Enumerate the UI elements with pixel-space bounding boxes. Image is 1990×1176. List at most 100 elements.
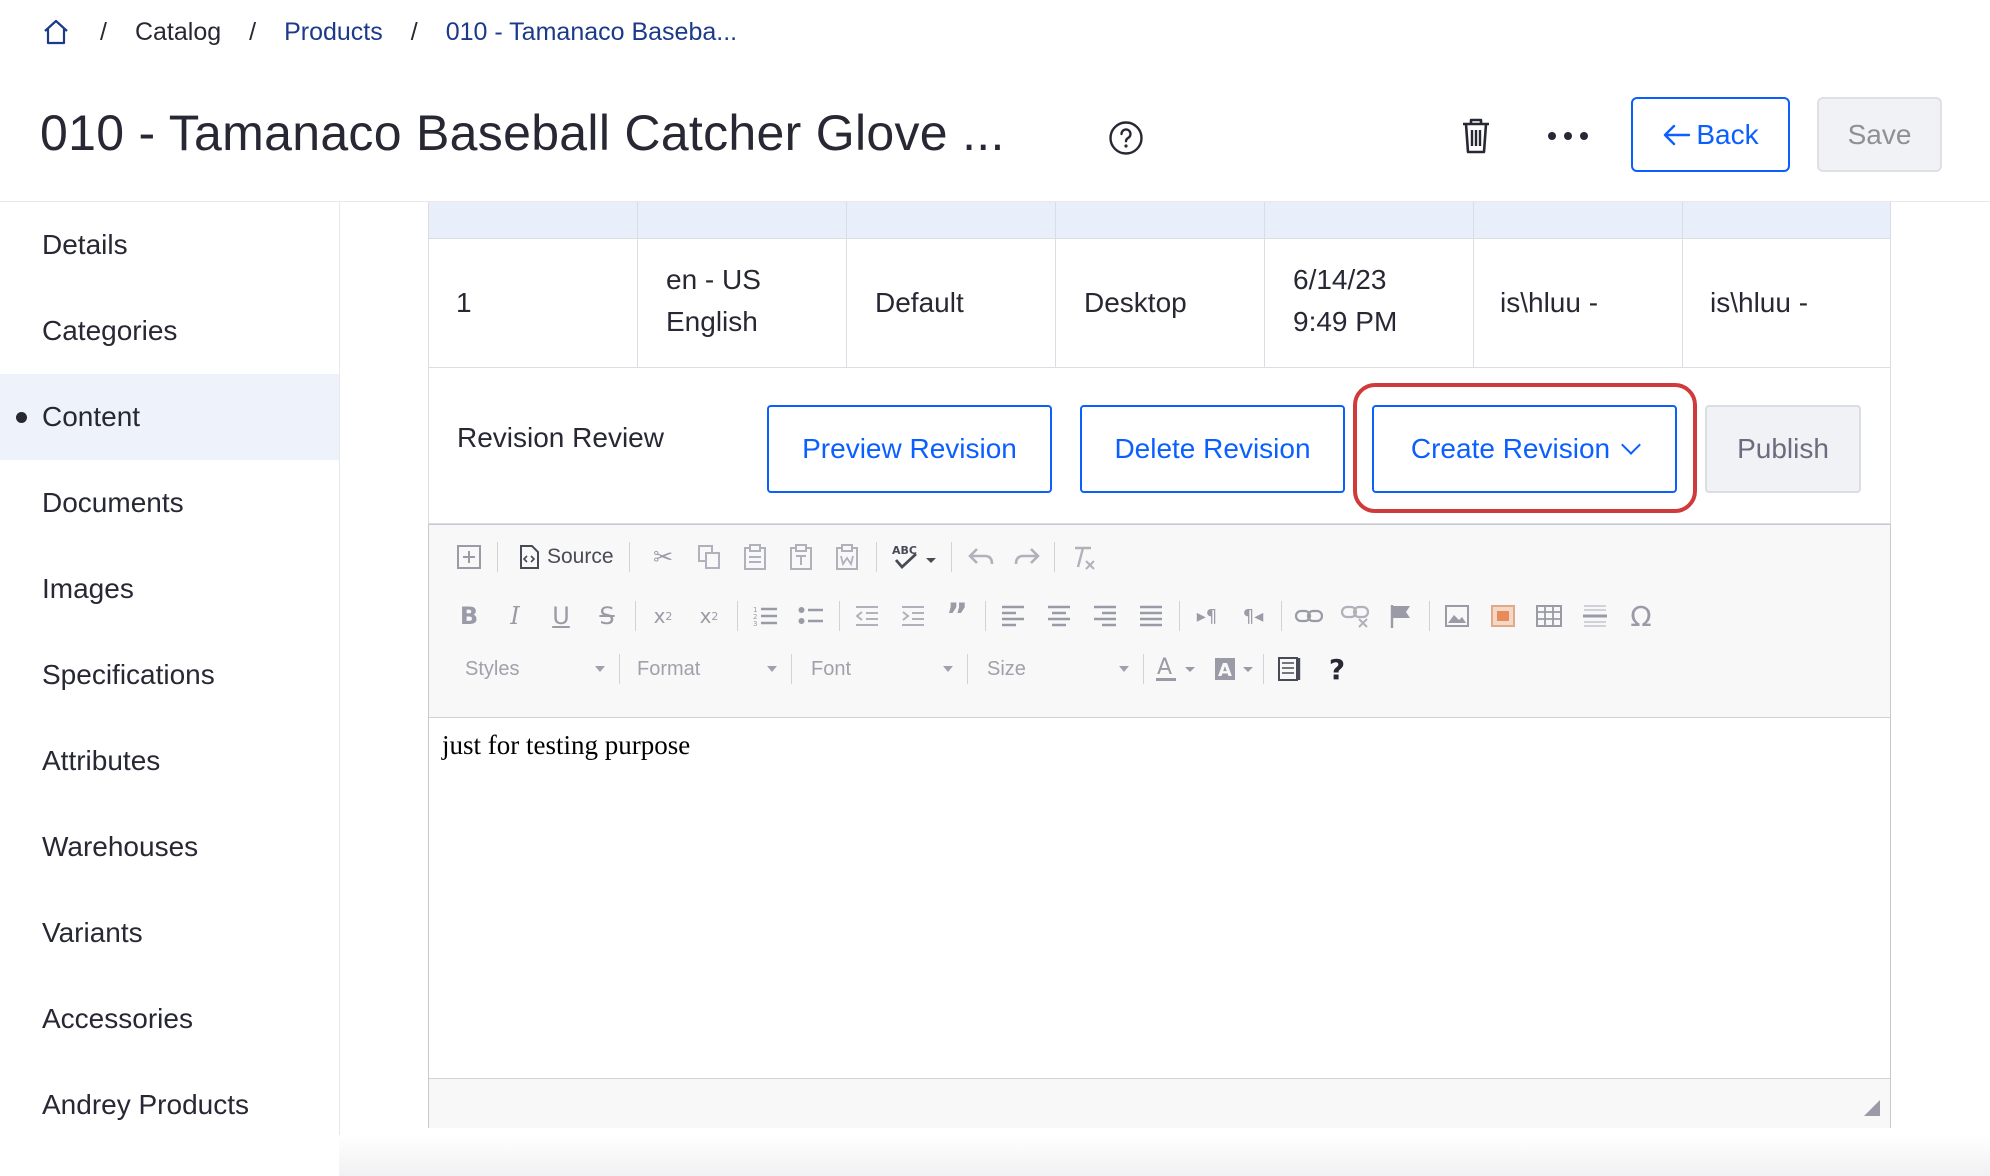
spellcheck-icon[interactable]: ABC <box>889 541 941 573</box>
justify-icon[interactable] <box>1135 600 1167 632</box>
resize-handle-icon[interactable] <box>1864 1100 1880 1116</box>
table-icon[interactable] <box>1533 600 1565 632</box>
svg-text:A: A <box>1157 655 1172 680</box>
help-icon[interactable] <box>1108 120 1144 156</box>
breadcrumb-catalog[interactable]: Catalog <box>135 18 221 47</box>
italic-icon[interactable]: I <box>499 600 531 632</box>
numbered-list-icon[interactable]: 123 <box>749 600 781 632</box>
sidebar-item-images[interactable]: Images <box>0 546 339 632</box>
sidebar-item-categories[interactable]: Categories <box>0 288 339 374</box>
add-icon[interactable] <box>453 541 485 573</box>
dropdown-arrow-icon <box>1119 666 1129 672</box>
special-character-icon[interactable]: Ω <box>1625 600 1657 633</box>
breadcrumb-current-product[interactable]: 010 - Tamanaco Baseba... <box>446 18 737 47</box>
font-dropdown[interactable]: Font <box>811 653 953 685</box>
background-color-icon[interactable]: A <box>1213 653 1257 685</box>
sidebar-item-warehouses[interactable]: Warehouses <box>0 804 339 890</box>
increase-indent-icon[interactable] <box>897 600 929 632</box>
more-options-icon[interactable] <box>1548 122 1588 150</box>
sidebar-item-variants[interactable]: Variants <box>0 890 339 976</box>
underline-icon[interactable]: U <box>545 600 577 632</box>
bold-icon[interactable]: B <box>453 600 485 632</box>
footer-shadow <box>339 1135 1990 1176</box>
strikethrough-icon[interactable]: S <box>591 600 623 632</box>
trash-icon[interactable] <box>1458 116 1494 156</box>
editor-status-bar <box>429 1078 1890 1128</box>
undo-icon[interactable] <box>965 541 997 573</box>
breadcrumb-separator: / <box>100 17 107 46</box>
sidebar-item-attributes[interactable]: Attributes <box>0 718 339 804</box>
sidebar-item-andrey-products[interactable]: Andrey Products <box>0 1062 339 1148</box>
arrow-left-icon <box>1664 124 1691 145</box>
delete-revision-button[interactable]: Delete Revision <box>1080 405 1345 493</box>
sidebar-item-details[interactable]: Details <box>0 202 339 288</box>
flash-media-icon[interactable] <box>1487 600 1519 632</box>
back-button[interactable]: Back <box>1631 97 1790 172</box>
decrease-indent-icon[interactable] <box>851 600 883 632</box>
breadcrumb-products[interactable]: Products <box>284 18 383 47</box>
text-color-icon[interactable]: A <box>1155 653 1199 685</box>
superscript-icon[interactable]: x2 <box>693 600 725 632</box>
breadcrumb-separator: / <box>249 17 257 46</box>
highlight-annotation <box>1353 383 1697 513</box>
cell-revision: 1 <box>456 287 472 318</box>
blockquote-icon[interactable]: ” <box>941 596 973 636</box>
editor-toolbar: Source ✂ ABC B I U S x2 x2 123 ” ▸¶ ¶◂ Ω… <box>429 525 1890 718</box>
page-title: 010 - Tamanaco Baseball Catcher Glove ..… <box>40 105 1005 161</box>
dropdown-arrow-icon <box>767 666 777 672</box>
publish-button[interactable]: Publish <box>1705 405 1861 493</box>
sidebar-item-documents[interactable]: Documents <box>0 460 339 546</box>
anchor-flag-icon[interactable] <box>1385 600 1417 632</box>
table-row[interactable]: 1 en - US English Default Desktop 6/14/23… <box>428 238 1891 368</box>
svg-text:A: A <box>1218 660 1232 681</box>
cell-modified-by: is\hluu - <box>1710 287 1809 318</box>
align-right-icon[interactable] <box>1089 600 1121 632</box>
revision-review-label: Revision Review <box>457 422 664 453</box>
back-button-label: Back <box>1696 118 1759 150</box>
cell-persona: Default <box>875 287 964 318</box>
sidebar-item-content[interactable]: Content <box>0 374 339 460</box>
preview-revision-button[interactable]: Preview Revision <box>767 405 1052 493</box>
redo-icon[interactable] <box>1011 541 1043 573</box>
active-indicator-icon <box>16 412 27 423</box>
subscript-icon[interactable]: x2 <box>647 600 679 632</box>
remove-format-icon[interactable] <box>1067 541 1099 573</box>
about-help-icon[interactable]: ? <box>1321 653 1353 686</box>
horizontal-line-icon[interactable] <box>1579 600 1611 632</box>
breadcrumb: / Catalog / Products / 010 - Tamanaco Ba… <box>40 14 737 50</box>
sidebar-item-specifications[interactable]: Specifications <box>0 632 339 718</box>
maximize-icon[interactable] <box>1275 653 1307 685</box>
cell-device: Desktop <box>1084 287 1187 318</box>
cut-icon[interactable]: ✂ <box>647 541 679 573</box>
copy-icon[interactable] <box>693 541 725 573</box>
cell-date: 6/14/23 9:49 PM <box>1293 264 1398 337</box>
text-direction-ltr-icon[interactable]: ▸¶ <box>1191 600 1223 632</box>
home-icon[interactable] <box>40 16 72 48</box>
format-dropdown[interactable]: Format <box>637 653 777 685</box>
dropdown-arrow-icon <box>943 666 953 672</box>
save-button[interactable]: Save <box>1817 97 1942 172</box>
dropdown-arrow-icon <box>595 666 605 672</box>
paste-text-icon[interactable] <box>785 541 817 573</box>
cell-created-by: is\hluu - <box>1500 287 1599 318</box>
paste-icon[interactable] <box>739 541 771 573</box>
styles-dropdown[interactable]: Styles <box>465 653 605 685</box>
bullet-list-icon[interactable] <box>795 600 827 632</box>
svg-text:3: 3 <box>753 620 757 628</box>
text-direction-rtl-icon[interactable]: ¶◂ <box>1237 600 1269 632</box>
link-icon[interactable] <box>1293 600 1325 632</box>
sidebar-item-accessories[interactable]: Accessories <box>0 976 339 1062</box>
source-button[interactable]: Source <box>547 545 614 569</box>
size-dropdown[interactable]: Size <box>987 653 1129 685</box>
align-left-icon[interactable] <box>997 600 1029 632</box>
editor-content-area[interactable]: just for testing purpose <box>442 730 690 761</box>
table-header <box>429 202 1890 239</box>
breadcrumb-separator: / <box>410 17 418 46</box>
image-icon[interactable] <box>1441 600 1473 632</box>
align-center-icon[interactable] <box>1043 600 1075 632</box>
cell-language: en - US English <box>666 264 761 337</box>
source-icon[interactable] <box>513 541 545 573</box>
paste-word-icon[interactable] <box>831 541 863 573</box>
unlink-icon[interactable] <box>1339 600 1371 632</box>
sidebar-nav: Details Categories Content Documents Ima… <box>0 202 340 1176</box>
